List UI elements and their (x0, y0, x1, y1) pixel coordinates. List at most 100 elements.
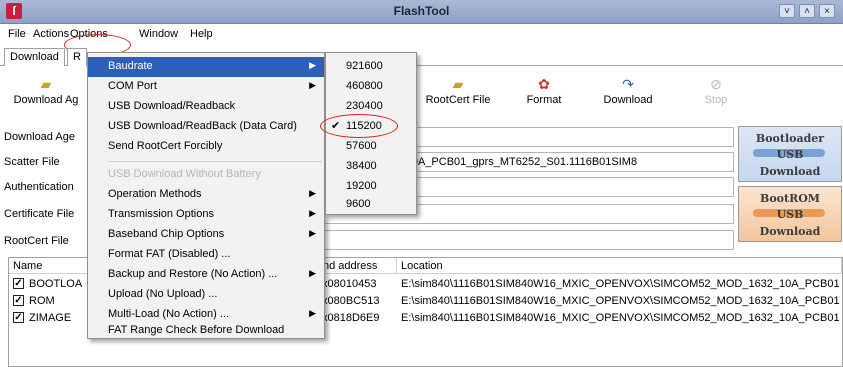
baudrate-option-9600[interactable]: 9600 (326, 195, 416, 215)
baudrate-value: 460800 (346, 80, 383, 92)
baudrate-option-57600[interactable]: 57600 (326, 137, 416, 157)
tab-readback[interactable]: R (67, 48, 87, 66)
title-bar: ſ FlashTool ˅ ˄ × (0, 0, 843, 24)
menu-item-label: USB Download/ReadBack (Data Card) (108, 120, 297, 132)
menu-item-label: USB Download Without Battery (108, 168, 261, 180)
baudrate-value: 19200 (346, 180, 377, 192)
maximize-button[interactable]: ˄ (799, 4, 815, 18)
baudrate-value: 57600 (346, 140, 377, 152)
options-dropdown-menu: Baudrate ▶ COM Port ▶ USB Download/Readb… (87, 52, 325, 339)
menu-item-label: FAT Range Check Before Download (108, 324, 285, 336)
submenu-arrow-icon: ▶ (309, 308, 316, 318)
row-end-address: x08010453 (322, 278, 377, 290)
rootcert-file-field[interactable] (320, 230, 734, 250)
menu-item-label: Send RootCert Forcibly (108, 140, 223, 152)
download-agent-label: Download Ag (13, 94, 79, 106)
menu-item-com-port[interactable]: COM Port ▶ (88, 77, 324, 97)
menu-window[interactable]: Window (139, 28, 178, 40)
menu-item-upload[interactable]: Upload (No Upload) ... (88, 285, 324, 305)
column-header-location[interactable]: Location (397, 258, 842, 274)
baudrate-value: 9600 (346, 198, 371, 210)
bootloader-download-text: Download (759, 165, 821, 178)
stop-label: Stop (704, 94, 728, 106)
menu-separator (108, 161, 322, 162)
row-location: E:\sim840\1116B01SIM840W16_MXIC_OPENVOX\… (401, 278, 840, 290)
bootloader-text: Bootloader (755, 132, 825, 145)
row-checkbox[interactable]: ✓ (13, 295, 24, 306)
menu-item-baudrate[interactable]: Baudrate ▶ (88, 57, 324, 77)
tab-download[interactable]: Download (4, 48, 65, 66)
menu-item-label: Operation Methods (108, 188, 202, 200)
stop-icon: ⊘ (710, 76, 722, 92)
row-location: E:\sim840\1116B01SIM840W16_MXIC_OPENVOX\… (401, 295, 840, 307)
menu-item-operation-methods[interactable]: Operation Methods ▶ (88, 185, 324, 205)
menu-item-fat-range-check[interactable]: FAT Range Check Before Download (88, 321, 324, 341)
menu-item-label: COM Port (108, 80, 157, 92)
bootrom-usb-text: USB (776, 208, 804, 221)
bootrom-usb-download-button[interactable]: BootROM USB Download (738, 186, 842, 242)
minimize-button[interactable]: ˅ (779, 4, 795, 18)
bootloader-usb-text: USB (776, 148, 804, 161)
submenu-arrow-icon: ▶ (309, 60, 316, 70)
menu-item-usb-download-without-battery: USB Download Without Battery (88, 165, 324, 185)
baudrate-annotation-circle (320, 114, 398, 138)
submenu-arrow-icon: ▶ (309, 228, 316, 238)
download-label: Download (603, 94, 653, 106)
menu-item-format-fat[interactable]: Format FAT (Disabled) ... (88, 245, 324, 265)
baudrate-option-19200[interactable]: 19200 (326, 177, 416, 197)
row-checkbox[interactable]: ✓ (13, 312, 24, 323)
menu-item-label: Upload (No Upload) ... (108, 288, 218, 300)
format-button[interactable]: ✿ Format (514, 76, 574, 106)
rootcert-file-button[interactable]: ▰ RootCert File (418, 76, 498, 106)
download-arrow-icon: ↷ (622, 76, 634, 92)
column-header-end-address[interactable]: nd address (319, 258, 397, 274)
authentication-label: Authentication (4, 181, 74, 193)
baudrate-value: 38400 (346, 160, 377, 172)
menu-item-send-rootcert-forcibly[interactable]: Send RootCert Forcibly (88, 137, 324, 157)
close-button[interactable]: × (819, 4, 835, 18)
row-end-address: x080BC513 (322, 295, 380, 307)
baudrate-option-921600[interactable]: 921600 (326, 57, 416, 77)
bootloader-usb-download-button[interactable]: Bootloader USB Download (738, 126, 842, 182)
certificate-file-label: Certificate File (4, 208, 75, 220)
download-agent-field-label: Download Age (4, 131, 75, 143)
menu-file[interactable]: File (8, 28, 26, 40)
row-end-address: x0818D6E9 (322, 312, 380, 324)
baudrate-option-460800[interactable]: 460800 (326, 77, 416, 97)
rootcert-file-field-label: RootCert File (4, 235, 69, 247)
stop-button[interactable]: ⊘ Stop (696, 76, 736, 106)
submenu-arrow-icon: ▶ (309, 80, 316, 90)
menu-item-label: Format FAT (Disabled) ... (108, 248, 231, 260)
download-button[interactable]: ↷ Download (588, 76, 668, 106)
submenu-arrow-icon: ▶ (309, 188, 316, 198)
menu-item-label: Backup and Restore (No Action) ... (108, 268, 278, 280)
menu-item-label: USB Download/Readback (108, 100, 236, 112)
format-label: Format (526, 94, 562, 106)
menu-item-label: Baudrate (108, 60, 153, 72)
baudrate-value: 230400 (346, 100, 383, 112)
menu-item-label: Baseband Chip Options (108, 228, 225, 240)
menu-item-transmission-options[interactable]: Transmission Options ▶ (88, 205, 324, 225)
format-icon: ✿ (538, 76, 550, 92)
window-title: FlashTool (393, 4, 450, 18)
baudrate-option-38400[interactable]: 38400 (326, 157, 416, 177)
menu-item-usb-download-readback-data-card[interactable]: USB Download/ReadBack (Data Card) (88, 117, 324, 137)
menu-help[interactable]: Help (190, 28, 213, 40)
rootcert-file-label: RootCert File (425, 94, 491, 106)
baudrate-value: 921600 (346, 60, 383, 72)
row-location: E:\sim840\1116B01SIM840W16_MXIC_OPENVOX\… (401, 312, 840, 324)
folder-open-icon: ▰ (452, 76, 464, 92)
menu-item-label: Multi-Load (No Action) ... (108, 308, 230, 320)
submenu-arrow-icon: ▶ (309, 268, 316, 278)
download-agent-button[interactable]: ▰ Download Ag (6, 76, 86, 106)
row-checkbox[interactable]: ✓ (13, 278, 24, 289)
bootrom-text: BootROM (760, 192, 820, 205)
menu-item-backup-and-restore[interactable]: Backup and Restore (No Action) ... ▶ (88, 265, 324, 285)
folder-open-icon: ▰ (40, 76, 52, 92)
menu-item-baseband-chip-options[interactable]: Baseband Chip Options ▶ (88, 225, 324, 245)
menu-item-label: Transmission Options (108, 208, 214, 220)
menu-actions[interactable]: Actions (33, 28, 69, 40)
scatter-file-label: Scatter File (4, 156, 60, 168)
submenu-arrow-icon: ▶ (309, 208, 316, 218)
menu-item-usb-download-readback[interactable]: USB Download/Readback (88, 97, 324, 117)
